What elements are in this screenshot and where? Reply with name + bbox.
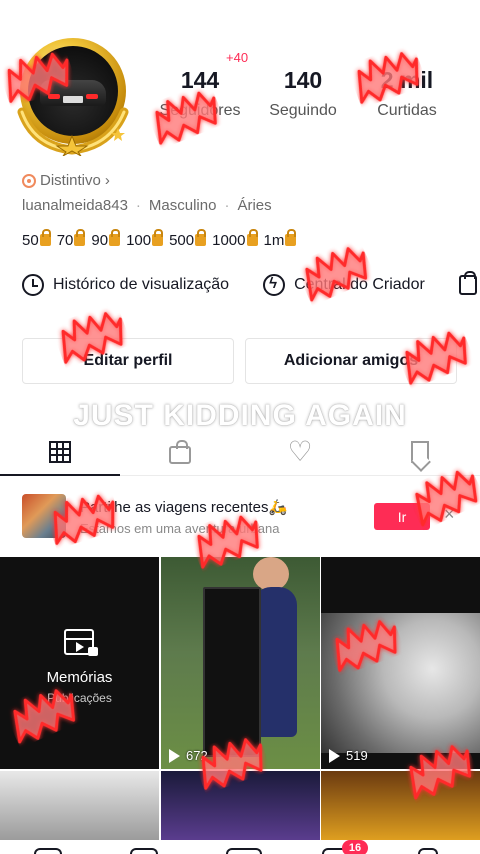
following-count: 140: [283, 67, 323, 93]
bookmark-icon: [411, 440, 429, 463]
play-icon: [329, 748, 340, 763]
lock-icon: [246, 229, 258, 246]
laurel-icon: [17, 107, 129, 156]
likes-count: 2 mil: [380, 67, 434, 93]
play-icon: [169, 748, 180, 763]
video-thumbnail[interactable]: 519: [321, 557, 480, 769]
profile-info: luanalmeida843 · Masculino · Áries: [22, 197, 272, 214]
home-icon[interactable]: [34, 848, 62, 854]
view-count: 519: [329, 748, 368, 763]
promo-subtitle: Estamos em uma aventura urbana: [80, 521, 280, 536]
clock-icon: [22, 274, 44, 296]
following-label: Seguindo: [269, 102, 337, 119]
inbox-badge: 16: [342, 840, 368, 854]
close-icon[interactable]: ×: [444, 504, 455, 525]
followers-label: Seguidores: [159, 102, 241, 119]
lock-icon: [195, 229, 207, 246]
video-thumbnail[interactable]: [161, 771, 320, 841]
video-thumbnail[interactable]: [0, 771, 159, 841]
level-item: 90: [91, 229, 121, 249]
tab-videos[interactable]: [0, 428, 120, 476]
distintivo-label: Distintivo: [40, 172, 101, 189]
following-stat[interactable]: 140 Seguindo: [248, 66, 358, 120]
followers-delta-badge: +40: [226, 50, 249, 65]
tv-screen: [203, 587, 261, 757]
history-link[interactable]: Histórico de visualização: [22, 274, 229, 296]
video-thumbnail[interactable]: [321, 771, 480, 841]
add-friends-button[interactable]: Adicionar amigos: [245, 338, 457, 384]
creator-center-link[interactable]: Central do Criador: [263, 274, 425, 296]
lock-icon: [152, 229, 164, 246]
promo-go-button[interactable]: Ir: [374, 503, 430, 530]
level-item: 500: [169, 229, 207, 249]
history-label: Histórico de visualização: [53, 276, 230, 293]
level-item: 100: [126, 229, 164, 249]
memories-tile[interactable]: Memórias Publicações: [0, 557, 159, 769]
avatar[interactable]: [14, 36, 132, 156]
gender: Masculino: [148, 197, 217, 214]
bolt-icon: [263, 274, 286, 296]
plate-icon: [63, 96, 83, 103]
lock-icon: [109, 229, 121, 246]
profile-links: Histórico de visualização Central do Cri…: [22, 271, 480, 296]
level-item: 70: [57, 229, 86, 249]
profile-icon[interactable]: [418, 848, 438, 854]
level-item: 50: [22, 229, 51, 249]
separator: ·: [135, 197, 141, 214]
tab-saved[interactable]: [360, 428, 480, 475]
creator-center-label: Central do Criador: [294, 276, 425, 293]
distintivo-link[interactable]: Distintivo ›: [22, 172, 110, 189]
lock-icon: [88, 647, 98, 656]
followers-stat[interactable]: 144 Seguidores: [145, 66, 255, 120]
zodiac-sign: Áries: [237, 197, 272, 214]
view-count-value: 519: [346, 748, 368, 763]
separator: ·: [224, 197, 230, 214]
grid-icon: [49, 440, 71, 463]
person-head: [253, 557, 289, 591]
create-icon[interactable]: [226, 848, 262, 854]
lock-icon: [169, 439, 191, 464]
level-item: 1000: [212, 229, 258, 249]
promo-thumbnail: [22, 494, 66, 538]
overlay-caption: JUST KIDDING AGAIN: [73, 399, 407, 432]
level-item: 1m: [264, 229, 297, 249]
edit-profile-button[interactable]: Editar perfil: [22, 338, 234, 384]
likes-label: Curtidas: [377, 102, 437, 119]
memories-title: Memórias: [46, 669, 113, 686]
likes-stat[interactable]: 2 mil Curtidas: [352, 66, 462, 120]
godzilla-image: [321, 613, 480, 753]
shop-link[interactable]: [458, 271, 477, 295]
username: luanalmeida843: [22, 197, 128, 214]
shopping-bag-icon: [458, 271, 477, 295]
badge-icon: [22, 173, 36, 188]
view-count-value: 672: [186, 748, 208, 763]
video-thumbnail[interactable]: 672: [161, 557, 320, 769]
lock-icon: [39, 229, 51, 246]
tab-private[interactable]: [120, 428, 240, 475]
lock-icon: [74, 229, 86, 246]
promo-banner[interactable]: Partilhe as viagens recentes🛵 Estamos em…: [0, 486, 480, 552]
heart-icon: ♡: [287, 435, 313, 467]
profile-tabs: ♡: [0, 428, 480, 476]
bottom-nav: 16: [0, 840, 480, 854]
friends-icon[interactable]: [130, 848, 158, 854]
chevron-right-icon: ›: [104, 172, 110, 189]
levels-row: 50 70 90 100 500 1000 1m: [22, 229, 297, 249]
tab-liked[interactable]: ♡: [240, 428, 360, 475]
lock-icon: [285, 229, 297, 246]
promo-title: Partilhe as viagens recentes🛵: [80, 499, 288, 516]
view-count: 672: [169, 748, 208, 763]
memories-subtitle: Publicações: [47, 691, 112, 705]
followers-count: 144: [180, 67, 220, 93]
